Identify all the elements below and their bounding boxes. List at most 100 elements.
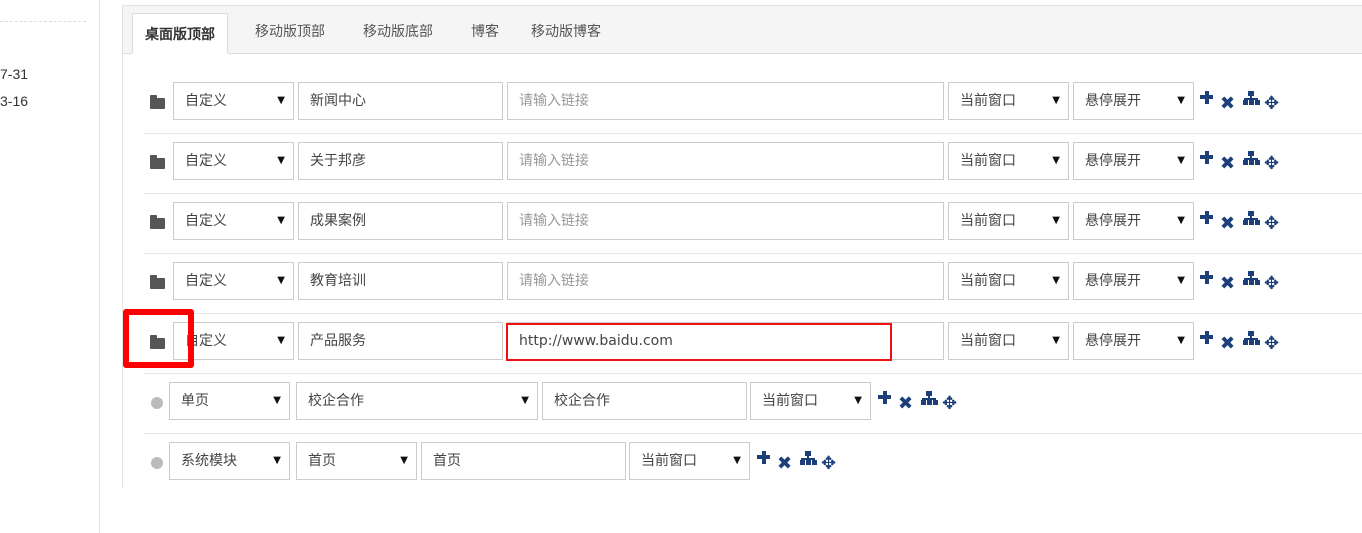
select-value: 自定义 xyxy=(185,213,227,229)
move-icon[interactable]: ✥ xyxy=(1264,215,1286,236)
folder-icon[interactable] xyxy=(150,275,165,289)
row-actions: ✖ ✥ xyxy=(1198,269,1286,293)
plus-icon[interactable] xyxy=(755,449,777,469)
type-select[interactable]: 自定义 ▼ xyxy=(173,262,294,300)
target-select[interactable]: 当前窗口 ▼ xyxy=(948,82,1069,120)
select-value: 当前窗口 xyxy=(960,153,1016,169)
folder-icon[interactable] xyxy=(150,215,165,229)
display-select[interactable]: 悬停展开 ▼ xyxy=(1073,322,1194,360)
type-select[interactable]: 系统模块 ▼ xyxy=(169,442,290,480)
folder-icon-highlight xyxy=(123,309,194,368)
tab-desktop-top[interactable]: 桌面版顶部 xyxy=(132,13,228,54)
menu-editor-panel: 桌面版顶部 移动版顶部 移动版底部 博客 移动版博客 自定义 ▼ 新闻中心 请输入… xyxy=(122,5,1362,487)
times-icon[interactable]: ✖ xyxy=(1220,95,1242,116)
caret-down-icon: ▼ xyxy=(273,455,281,466)
link-input-highlight xyxy=(506,323,892,361)
select-value: 当前窗口 xyxy=(960,213,1016,229)
name-input[interactable]: 产品服务 xyxy=(298,322,503,360)
link-input[interactable]: 请输入链接 xyxy=(507,82,944,120)
sitemap-icon[interactable] xyxy=(920,389,942,409)
move-icon[interactable]: ✥ xyxy=(821,455,843,476)
name-input[interactable]: 关于邦彦 xyxy=(298,142,503,180)
sitemap-icon[interactable] xyxy=(1242,89,1264,109)
type-select[interactable]: 单页 ▼ xyxy=(169,382,290,420)
caret-down-icon: ▼ xyxy=(1177,95,1185,106)
row-actions: ✖ ✥ xyxy=(1198,149,1286,173)
caret-down-icon: ▼ xyxy=(400,455,408,466)
type-select[interactable]: 自定义 ▼ xyxy=(173,82,294,120)
tab-mobile-top[interactable]: 移动版顶部 xyxy=(255,13,325,54)
display-select[interactable]: 悬停展开 ▼ xyxy=(1073,202,1194,240)
sitemap-icon[interactable] xyxy=(1242,329,1264,349)
move-icon[interactable]: ✥ xyxy=(1264,155,1286,176)
caret-down-icon: ▼ xyxy=(277,335,285,346)
name-input[interactable]: 教育培训 xyxy=(298,262,503,300)
plus-icon[interactable] xyxy=(1198,89,1220,109)
times-icon[interactable]: ✖ xyxy=(777,455,799,476)
type-select[interactable]: 自定义 ▼ xyxy=(173,202,294,240)
folder-icon[interactable] xyxy=(150,155,165,169)
select-value: 首页 xyxy=(308,453,336,469)
times-icon[interactable]: ✖ xyxy=(1220,215,1242,236)
select-value: 系统模块 xyxy=(181,453,237,469)
page-select[interactable]: 校企合作 ▼ xyxy=(296,382,538,420)
times-icon[interactable]: ✖ xyxy=(1220,155,1242,176)
display-select[interactable]: 悬停展开 ▼ xyxy=(1073,82,1194,120)
bullet-dot-icon xyxy=(151,457,163,469)
display-select[interactable]: 悬停展开 ▼ xyxy=(1073,142,1194,180)
row-actions: ✖ ✥ xyxy=(1198,89,1286,113)
menu-row: 自定义 ▼ 关于邦彦 请输入链接 当前窗口 ▼ 悬停展开 ▼ ✖ ✥ xyxy=(143,134,1362,194)
times-icon[interactable]: ✖ xyxy=(1220,275,1242,296)
select-value: 悬停展开 xyxy=(1085,273,1141,289)
name-input[interactable]: 首页 xyxy=(421,442,626,480)
display-select[interactable]: 悬停展开 ▼ xyxy=(1073,262,1194,300)
move-icon[interactable]: ✥ xyxy=(942,395,964,416)
target-select[interactable]: 当前窗口 ▼ xyxy=(750,382,871,420)
target-select[interactable]: 当前窗口 ▼ xyxy=(948,142,1069,180)
sitemap-icon[interactable] xyxy=(1242,209,1264,229)
sitemap-icon[interactable] xyxy=(1242,269,1264,289)
caret-down-icon: ▼ xyxy=(277,275,285,286)
bullet-dot-icon xyxy=(151,397,163,409)
caret-down-icon: ▼ xyxy=(277,215,285,226)
sitemap-icon[interactable] xyxy=(799,449,821,469)
target-select[interactable]: 当前窗口 ▼ xyxy=(948,262,1069,300)
caret-down-icon: ▼ xyxy=(1052,215,1060,226)
times-icon[interactable]: ✖ xyxy=(1220,335,1242,356)
date-text: 3-16 xyxy=(0,93,29,109)
link-input[interactable]: 请输入链接 xyxy=(507,202,944,240)
tab-mobile-blog[interactable]: 移动版博客 xyxy=(531,13,601,54)
name-input[interactable]: 成果案例 xyxy=(298,202,503,240)
target-select[interactable]: 当前窗口 ▼ xyxy=(629,442,750,480)
name-input[interactable]: 校企合作 xyxy=(542,382,747,420)
target-select[interactable]: 当前窗口 ▼ xyxy=(948,202,1069,240)
tab-mobile-bottom[interactable]: 移动版底部 xyxy=(363,13,433,54)
plus-icon[interactable] xyxy=(876,389,898,409)
sitemap-icon[interactable] xyxy=(1242,149,1264,169)
caret-down-icon: ▼ xyxy=(1052,335,1060,346)
move-icon[interactable]: ✥ xyxy=(1264,335,1286,356)
row-actions: ✖ ✥ xyxy=(1198,329,1286,353)
select-value: 当前窗口 xyxy=(960,93,1016,109)
select-value: 当前窗口 xyxy=(960,333,1016,349)
menu-row: 单页 ▼ 校企合作 ▼ 校企合作 当前窗口 ▼ ✖ ✥ xyxy=(143,374,1362,434)
plus-icon[interactable] xyxy=(1198,149,1220,169)
plus-icon[interactable] xyxy=(1198,209,1220,229)
date-text: 7-31 xyxy=(0,66,29,82)
link-input[interactable]: 请输入链接 xyxy=(507,262,944,300)
target-select[interactable]: 当前窗口 ▼ xyxy=(948,322,1069,360)
type-select[interactable]: 自定义 ▼ xyxy=(173,142,294,180)
name-input[interactable]: 新闻中心 xyxy=(298,82,503,120)
link-input[interactable]: 请输入链接 xyxy=(507,142,944,180)
select-value: 当前窗口 xyxy=(960,273,1016,289)
move-icon[interactable]: ✥ xyxy=(1264,275,1286,296)
row-actions: ✖ ✥ xyxy=(876,389,964,413)
move-icon[interactable]: ✥ xyxy=(1264,95,1286,116)
folder-icon[interactable] xyxy=(150,95,165,109)
select-value: 自定义 xyxy=(185,153,227,169)
plus-icon[interactable] xyxy=(1198,269,1220,289)
plus-icon[interactable] xyxy=(1198,329,1220,349)
page-select[interactable]: 首页 ▼ xyxy=(296,442,417,480)
tab-blog[interactable]: 博客 xyxy=(471,13,499,54)
times-icon[interactable]: ✖ xyxy=(898,395,920,416)
